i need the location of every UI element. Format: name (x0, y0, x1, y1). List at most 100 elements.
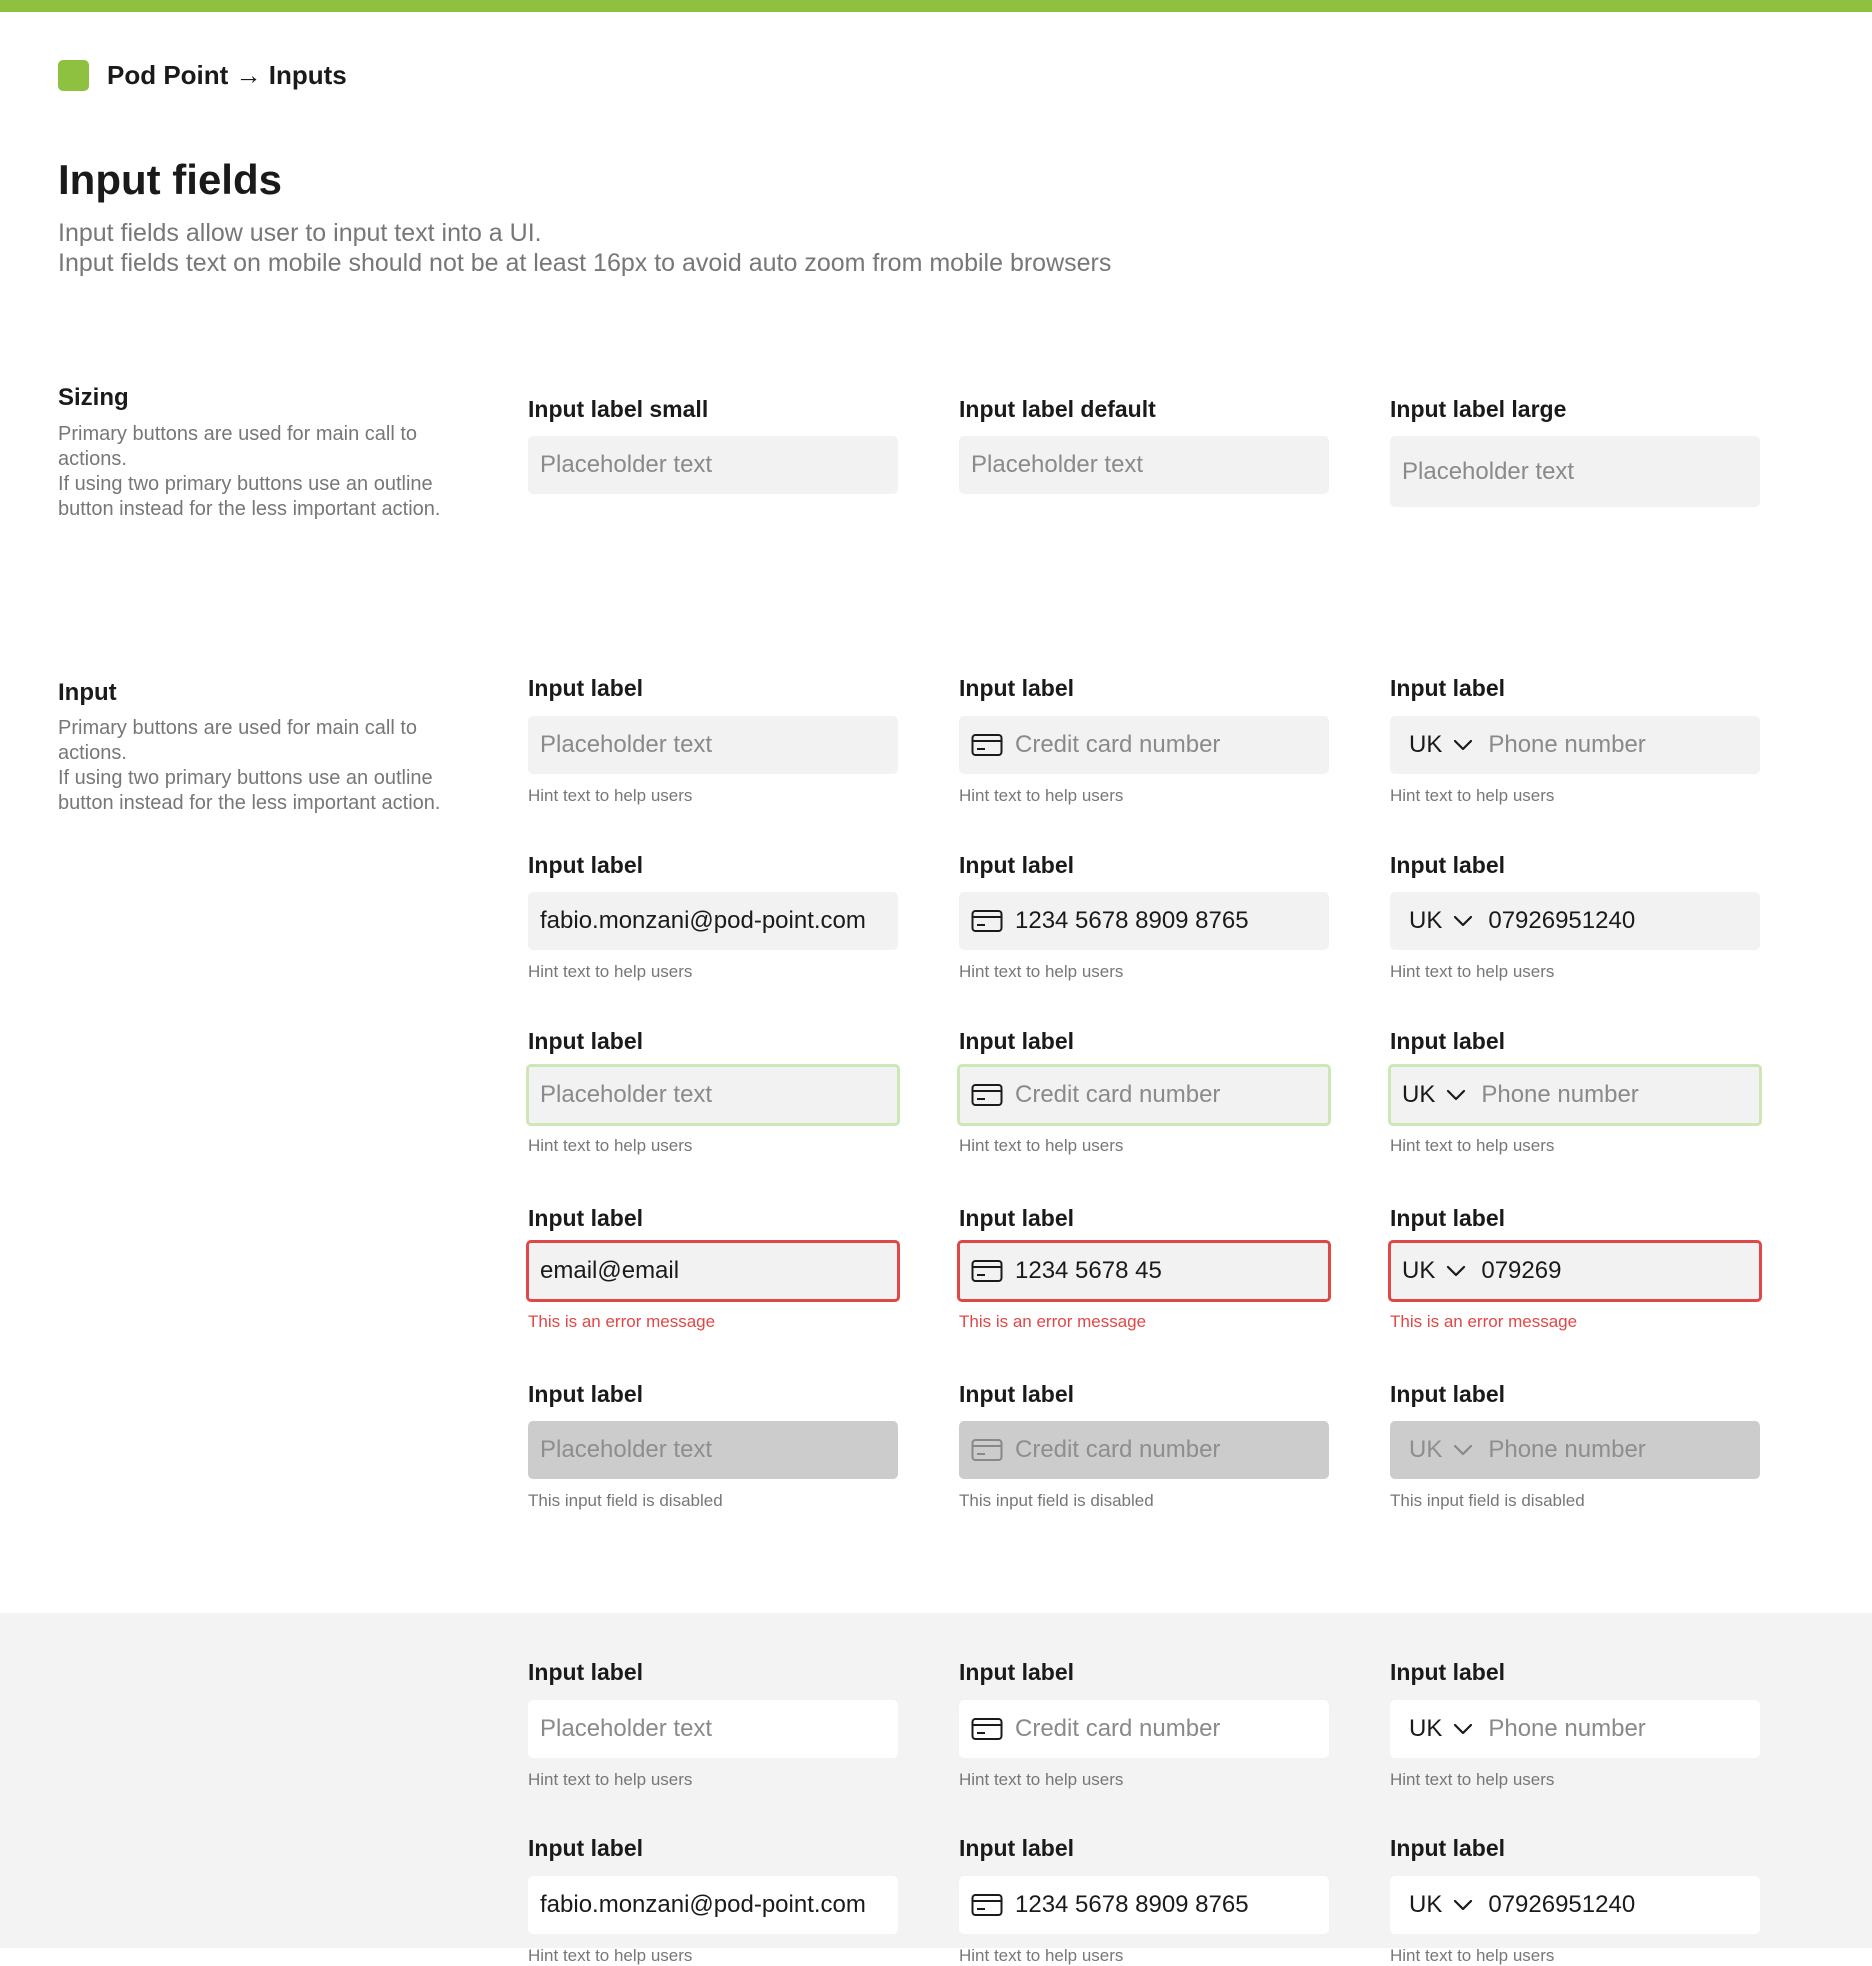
breadcrumb-text[interactable]: Pod Point → Inputs (107, 60, 347, 91)
input-value: 079269 (1481, 1257, 1562, 1284)
input-label: Input label (528, 1835, 643, 1861)
error-message: This is an error message (1390, 1312, 1578, 1331)
input-label: Input label (1390, 1659, 1505, 1685)
input-value: fabio.monzani@pod-point.com (540, 1891, 866, 1918)
breadcrumb: Pod Point → Inputs (58, 58, 347, 92)
text-input-large[interactable]: Placeholder text (1390, 436, 1760, 507)
credit-card-input-filled[interactable]: 1234 5678 8909 8765 (959, 892, 1329, 950)
credit-card-input-default[interactable]: Credit card number (959, 716, 1329, 774)
section-description-input: Primary buttons are used for main call t… (58, 716, 448, 816)
error-message: This is an error message (528, 1312, 716, 1331)
country-code-select[interactable]: UK (1402, 731, 1442, 759)
chevron-down-icon[interactable] (1452, 738, 1474, 752)
phone-number-input-focus[interactable]: UK Phone number (1388, 1064, 1762, 1126)
input-value: fabio.monzani@pod-point.com (540, 907, 866, 934)
email-input-white[interactable]: Placeholder text (528, 1700, 898, 1758)
hint-text: This input field is disabled (528, 1491, 723, 1510)
country-code-select: UK (1409, 1436, 1443, 1463)
phone-number-input-default[interactable]: UK Phone number (1390, 716, 1760, 774)
input-label: Input label (528, 1659, 643, 1685)
country-code-select[interactable]: UK (1402, 1891, 1442, 1919)
hint-text: Hint text to help users (528, 962, 693, 981)
page-description-line: Input fields allow user to input text in… (58, 219, 542, 247)
hint-text: Hint text to help users (959, 786, 1124, 805)
input-label: Input label (959, 1381, 1074, 1407)
placeholder-text: Placeholder text (971, 451, 1144, 478)
credit-card-input-error[interactable]: 1234 5678 45 (957, 1240, 1331, 1302)
chevron-down-icon (1452, 1443, 1474, 1457)
hint-text: Hint text to help users (528, 1770, 693, 1789)
country-code-select[interactable]: UK (1402, 1081, 1435, 1109)
input-label: Input label (1390, 852, 1505, 878)
input-value: 1234 5678 45 (1015, 1257, 1162, 1284)
email-input-filled[interactable]: fabio.monzani@pod-point.com (528, 892, 898, 950)
input-label: Input label (528, 1205, 643, 1231)
placeholder-text: Credit card number (1015, 1715, 1221, 1742)
placeholder-text: Placeholder text (540, 1715, 713, 1742)
credit-card-icon (971, 1717, 1003, 1741)
placeholder-text: Phone number (1488, 731, 1646, 758)
email-input-focus[interactable]: Placeholder text (526, 1064, 900, 1126)
placeholder-text: Placeholder text (540, 451, 713, 478)
phone-number-input-disabled: UK Phone number (1390, 1421, 1760, 1479)
section-title-input: Input (58, 679, 117, 706)
credit-card-icon (971, 909, 1003, 933)
input-label: Input label (959, 1835, 1074, 1861)
chevron-down-icon[interactable] (1452, 914, 1474, 928)
placeholder-text: Credit card number (1015, 731, 1221, 758)
email-input-error[interactable]: email@email (526, 1240, 900, 1302)
input-value: 1234 5678 8909 8765 (1015, 1891, 1249, 1918)
input-label-small: Input label small (528, 396, 709, 422)
hint-text: Hint text to help users (959, 962, 1124, 981)
phone-number-input-filled[interactable]: UK 07926951240 (1390, 892, 1760, 950)
chevron-down-icon[interactable] (1445, 1264, 1467, 1278)
phone-number-input-white-filled[interactable]: UK 07926951240 (1390, 1876, 1760, 1934)
placeholder-text: Phone number (1488, 1436, 1646, 1463)
hint-text: Hint text to help users (1390, 1136, 1555, 1155)
text-input-default[interactable]: Placeholder text (959, 436, 1329, 494)
input-label: Input label (959, 1205, 1074, 1231)
email-input-white-filled[interactable]: fabio.monzani@pod-point.com (528, 1876, 898, 1934)
page-description-line: Input fields text on mobile should not b… (58, 249, 1112, 277)
credit-card-input-white-filled[interactable]: 1234 5678 8909 8765 (959, 1876, 1329, 1934)
hint-text: Hint text to help users (959, 1770, 1124, 1789)
credit-card-icon (971, 1259, 1003, 1283)
placeholder-text: Credit card number (1015, 1436, 1221, 1463)
country-code-select[interactable]: UK (1402, 1257, 1435, 1285)
input-label: Input label (959, 852, 1074, 878)
section-description-line: Primary buttons are used for main call t… (58, 717, 418, 764)
page-title: Input fields (58, 156, 282, 203)
chevron-down-icon[interactable] (1445, 1088, 1467, 1102)
email-input-disabled: Placeholder text (528, 1421, 898, 1479)
credit-card-input-focus[interactable]: Credit card number (957, 1064, 1331, 1126)
country-code-select[interactable]: UK (1402, 907, 1442, 935)
hint-text: This input field is disabled (959, 1491, 1154, 1510)
section-title-sizing: Sizing (58, 384, 129, 411)
credit-card-icon (971, 1083, 1003, 1107)
phone-number-input-error[interactable]: UK 079269 (1388, 1240, 1762, 1302)
input-value: 07926951240 (1488, 907, 1636, 934)
hint-text: Hint text to help users (528, 786, 693, 805)
brand-logo-icon (58, 59, 89, 91)
credit-card-input-white[interactable]: Credit card number (959, 1700, 1329, 1758)
placeholder-text: Placeholder text (540, 1081, 713, 1108)
country-code-select[interactable]: UK (1402, 1715, 1442, 1743)
placeholder-text: Placeholder text (540, 731, 713, 758)
input-label: Input label (959, 675, 1074, 701)
email-input-default[interactable]: Placeholder text (528, 716, 898, 774)
placeholder-text: Placeholder text (1402, 457, 1575, 485)
input-label: Input label (528, 1381, 643, 1407)
input-value: email@email (540, 1257, 680, 1284)
input-value: 1234 5678 8909 8765 (1015, 907, 1249, 934)
chevron-down-icon[interactable] (1452, 1722, 1474, 1736)
credit-card-icon (971, 1438, 1003, 1462)
hint-text: Hint text to help users (1390, 1946, 1555, 1965)
input-label-default: Input label default (959, 396, 1156, 422)
phone-number-input-white[interactable]: UK Phone number (1390, 1700, 1760, 1758)
page-description: Input fields allow user to input text in… (58, 218, 1111, 278)
placeholder-text: Phone number (1488, 1715, 1646, 1742)
credit-card-icon (971, 733, 1003, 757)
text-input-small[interactable]: Placeholder text (528, 436, 898, 494)
chevron-down-icon[interactable] (1452, 1898, 1474, 1912)
input-label: Input label (528, 1028, 643, 1054)
